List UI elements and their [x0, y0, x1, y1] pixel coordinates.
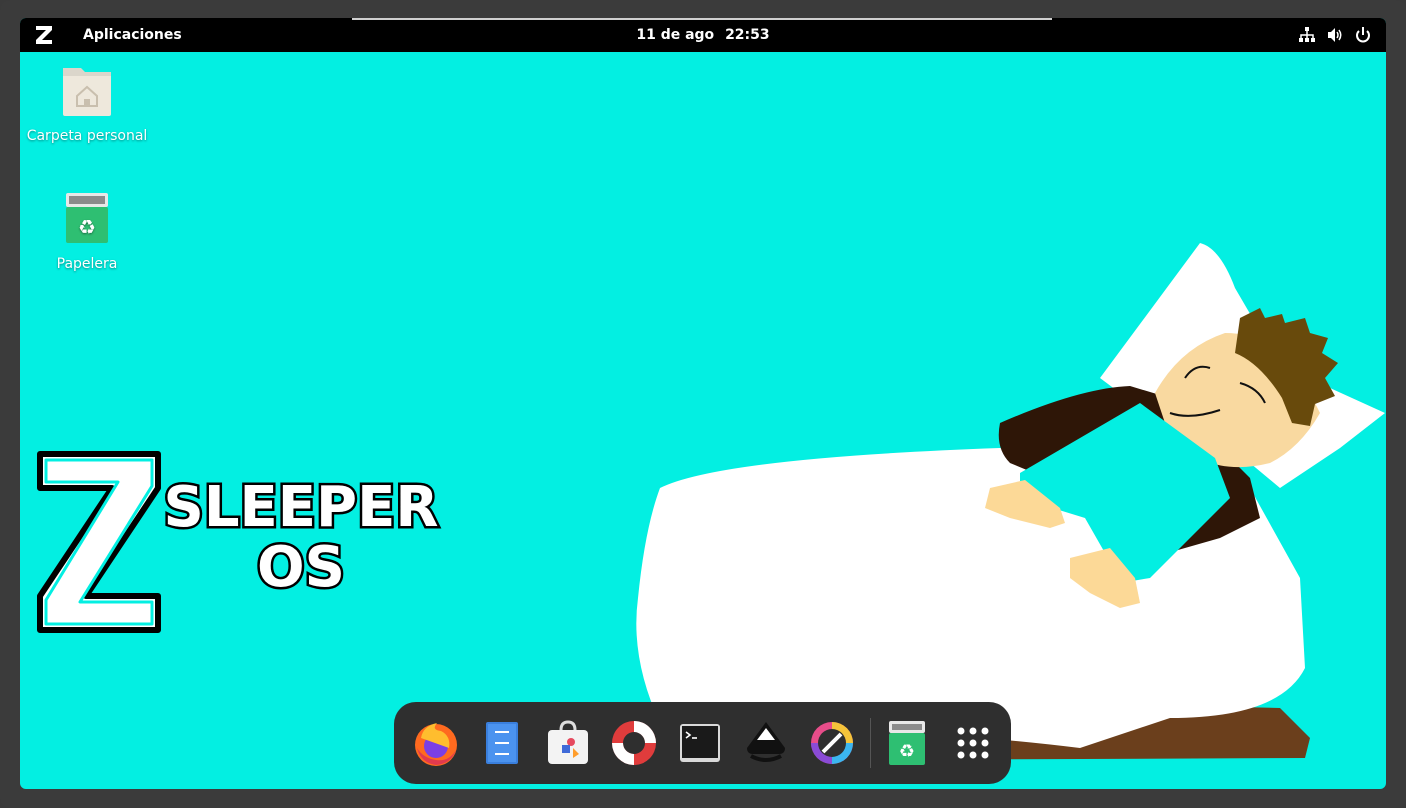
- desktop-icon-label: Carpeta personal: [26, 128, 148, 144]
- power-icon[interactable]: [1354, 26, 1372, 44]
- clock[interactable]: 11 de ago 22:53: [20, 27, 1386, 43]
- desktop-icon-label: Papelera: [56, 256, 118, 272]
- dock-item-files[interactable]: [474, 715, 530, 771]
- dock-separator: [870, 718, 871, 768]
- dock: ♻: [394, 702, 1011, 784]
- svg-text:♻: ♻: [78, 215, 96, 239]
- trash-icon: ♻: [66, 193, 108, 243]
- dock-item-krita[interactable]: [804, 715, 860, 771]
- dock-item-trash[interactable]: ♻: [879, 715, 935, 771]
- trash-icon: ♻: [889, 721, 925, 765]
- desktop[interactable]: Aplicaciones 11 de ago 22:53 Carpeta per…: [20, 18, 1386, 789]
- dock-item-firefox[interactable]: [408, 715, 464, 771]
- software-store-icon: [548, 720, 588, 764]
- desktop-icon-trash[interactable]: ♻ Papelera: [20, 190, 157, 272]
- wallpaper-illustration: [636, 243, 1385, 760]
- files-icon: [486, 722, 518, 764]
- top-indicator-line: [352, 18, 1052, 20]
- top-bar: Aplicaciones 11 de ago 22:53: [20, 18, 1386, 52]
- brand-line2: OS: [257, 535, 345, 600]
- dock-item-help[interactable]: [606, 715, 662, 771]
- app-grid-icon: [957, 727, 989, 759]
- sleeper-os-logo: SLEEPER OS: [37, 451, 441, 633]
- network-icon[interactable]: [1298, 26, 1316, 44]
- dock-item-app-grid[interactable]: [945, 715, 1001, 771]
- desktop-icon-home[interactable]: Carpeta personal: [20, 62, 157, 144]
- krita-icon: [811, 722, 853, 764]
- firefox-icon: [415, 723, 457, 766]
- dock-item-terminal[interactable]: [672, 715, 728, 771]
- svg-text:♻: ♻: [899, 741, 915, 762]
- volume-icon[interactable]: [1326, 26, 1344, 44]
- clock-time: 22:53: [725, 27, 770, 43]
- dock-item-software[interactable]: [540, 715, 596, 771]
- help-lifebuoy-icon: [612, 721, 656, 765]
- home-folder-icon: [63, 68, 111, 116]
- brand-line1: SLEEPER: [164, 475, 439, 540]
- inkscape-icon: [747, 722, 785, 762]
- clock-date: 11 de ago: [636, 27, 715, 43]
- system-tray[interactable]: [1298, 26, 1372, 44]
- dock-item-inkscape[interactable]: [738, 715, 794, 771]
- terminal-icon: [680, 724, 720, 762]
